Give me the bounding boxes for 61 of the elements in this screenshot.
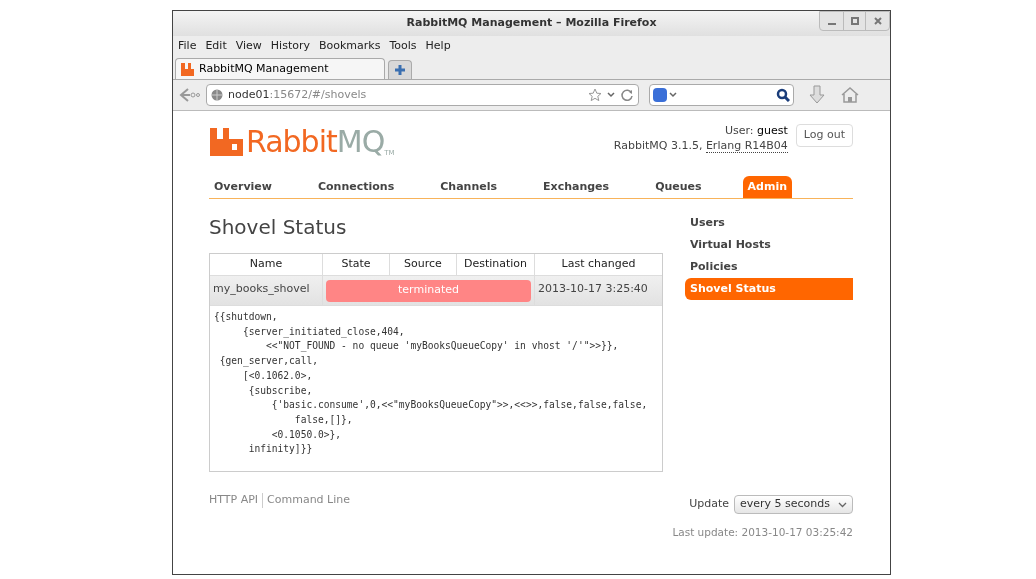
menu-item[interactable]: Bookmarks bbox=[319, 37, 381, 55]
sidebar-item[interactable]: Policies bbox=[685, 256, 853, 278]
table-cell: 2013-10-17 3:25:40 bbox=[534, 276, 662, 305]
maximize-button[interactable] bbox=[843, 12, 866, 30]
browser-tab[interactable]: RabbitMQ Management bbox=[175, 58, 385, 79]
menu-item[interactable]: Edit bbox=[205, 37, 227, 55]
column-header: Source bbox=[389, 254, 456, 275]
plus-icon bbox=[394, 64, 406, 76]
page-title: Shovel Status bbox=[209, 214, 348, 241]
nav-tab[interactable]: Exchanges bbox=[538, 176, 615, 198]
menu-item[interactable]: Tools bbox=[389, 37, 417, 55]
column-header: Destination bbox=[456, 254, 534, 275]
menu-item[interactable]: Help bbox=[425, 37, 451, 55]
version-text: RabbitMQ 3.1.5, bbox=[613, 139, 703, 152]
search-field[interactable] bbox=[649, 84, 794, 106]
home-icon[interactable] bbox=[840, 86, 860, 104]
erlang-version-link[interactable]: Erlang R14B04 bbox=[705, 139, 788, 153]
download-icon[interactable] bbox=[808, 85, 826, 105]
rabbitmq-logo-icon bbox=[209, 127, 245, 157]
maximize-icon bbox=[850, 17, 859, 25]
nav-tab[interactable]: Connections bbox=[313, 176, 400, 198]
close-icon bbox=[873, 17, 882, 25]
command-line-link[interactable]: Command Line bbox=[263, 492, 351, 509]
search-engine-icon[interactable] bbox=[653, 88, 667, 102]
logout-button[interactable]: Log out bbox=[795, 124, 853, 147]
nav-tab[interactable]: Overview bbox=[209, 176, 277, 198]
dropdown-caret-icon[interactable] bbox=[607, 92, 615, 98]
column-header: Last changed bbox=[534, 254, 662, 275]
new-tab-button[interactable] bbox=[388, 60, 412, 79]
star-icon[interactable] bbox=[588, 88, 602, 102]
nav-tab[interactable]: Queues bbox=[650, 176, 707, 198]
logo-text: Rabbit bbox=[246, 125, 337, 159]
error-details: {{shutdown, {server_initiated_close,404, <<"NOT_FOUND - no queue 'myBooksQueueCopy' in vhost '/'">>}}, {gen_server,call, [<0.1062.0>, {subscribe, {'basic.consume',0,<<"myBooksQueueCopy">>,<<>>,false,false,false, false,[]}, <0.1050.0>}, infinity]}} bbox=[210, 305, 662, 472]
search-icon[interactable] bbox=[776, 88, 790, 102]
update-label: Update bbox=[689, 496, 729, 513]
back-icon[interactable] bbox=[178, 86, 200, 104]
nav-tab[interactable]: Channels bbox=[435, 176, 502, 198]
logo-text: MQ bbox=[336, 125, 385, 159]
url-host: node01 bbox=[228, 87, 270, 101]
last-update-text: Last update: 2013-10-17 03:25:42 bbox=[672, 525, 853, 541]
dropdown-caret-icon[interactable] bbox=[838, 501, 847, 508]
state-badge: terminated bbox=[326, 279, 531, 302]
menu-item[interactable]: File bbox=[178, 37, 197, 55]
address-field[interactable]: node01:15672/#/shovels bbox=[206, 84, 639, 106]
update-select[interactable]: every 5 seconds bbox=[734, 495, 853, 515]
user-name: guest bbox=[757, 124, 788, 137]
rabbit-favicon-icon bbox=[181, 62, 194, 76]
http-api-link[interactable]: HTTP API bbox=[209, 492, 263, 509]
column-header: Name bbox=[248, 256, 284, 273]
url-path: :15672/#/shovels bbox=[269, 87, 367, 101]
sidebar-item[interactable]: Virtual Hosts bbox=[685, 234, 853, 256]
column-header: State bbox=[322, 254, 389, 275]
table-cell-text: my_books_shovel bbox=[212, 281, 311, 297]
sidebar-item[interactable]: Users bbox=[685, 212, 853, 234]
globe-icon bbox=[211, 89, 223, 101]
dropdown-caret-icon[interactable] bbox=[669, 92, 677, 98]
user-label: User: bbox=[724, 124, 754, 137]
menu-item[interactable]: View bbox=[235, 37, 262, 55]
reload-icon[interactable] bbox=[620, 88, 634, 102]
menu-item[interactable]: History bbox=[270, 37, 310, 55]
window-title: RabbitMQ Management – Mozilla Firefox bbox=[406, 15, 657, 32]
